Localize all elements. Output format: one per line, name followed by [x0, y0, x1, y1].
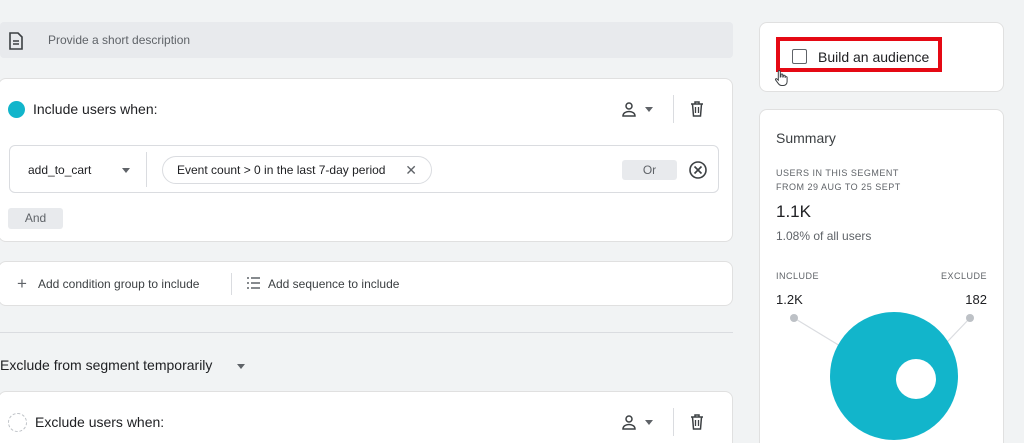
segment-percent: 1.08% of all users [776, 229, 872, 243]
remove-condition-icon[interactable] [688, 160, 708, 180]
event-select[interactable]: add_to_cart [28, 163, 91, 177]
build-audience-checkbox[interactable] [792, 49, 807, 64]
include-label: INCLUDE [776, 271, 820, 281]
add-condition-group-button[interactable]: Add condition group to include [38, 277, 199, 291]
include-indicator-icon [8, 101, 25, 118]
summary-caption-line1: USERS IN THIS SEGMENT [776, 168, 899, 178]
include-group-title: Include users when: [33, 101, 158, 117]
include-circle [830, 312, 958, 440]
person-scope-icon[interactable] [621, 414, 637, 430]
exclude-condition-group: Exclude users when: [0, 391, 733, 443]
divider [231, 273, 232, 295]
plus-icon[interactable]: + [17, 275, 27, 292]
summary-title: Summary [776, 130, 836, 146]
build-audience-label[interactable]: Build an audience [818, 49, 929, 65]
close-icon[interactable]: ✕ [405, 163, 417, 177]
highlight-box: Build an audience [776, 37, 942, 72]
summary-caption-line2: FROM 29 AUG TO 25 SEPT [776, 182, 901, 192]
event-dropdown-chevron-icon[interactable] [122, 168, 130, 173]
scope-dropdown-chevron-icon[interactable] [645, 107, 653, 112]
include-count: 1.2K [776, 292, 803, 307]
delete-icon[interactable] [690, 414, 704, 430]
or-button[interactable]: Or [622, 160, 677, 180]
exclude-group-title: Exclude users when: [35, 414, 165, 430]
exclude-mode-chevron-icon[interactable] [237, 364, 245, 369]
exclude-mode-select[interactable]: Exclude from segment temporarily [0, 357, 212, 373]
delete-icon[interactable] [690, 101, 704, 117]
divider [146, 152, 147, 187]
build-audience-card: Build an audience [759, 22, 1004, 92]
description-placeholder: Provide a short description [48, 33, 191, 47]
exclude-count: 182 [965, 292, 987, 307]
condition-chip-text: Event count > 0 in the last 7-day period [177, 163, 386, 177]
venn-diagram [790, 312, 974, 440]
include-condition-group: Include users when: add_to_cart Event co… [0, 78, 733, 242]
scope-dropdown-chevron-icon[interactable] [645, 420, 653, 425]
include-marker [790, 314, 798, 322]
and-button[interactable]: And [8, 208, 63, 229]
exclude-indicator-icon [8, 413, 27, 432]
description-field[interactable]: Provide a short description [0, 22, 733, 58]
condition-row: add_to_cart Event count > 0 in the last … [9, 145, 719, 193]
person-scope-icon[interactable] [621, 101, 637, 117]
condition-chip[interactable]: Event count > 0 in the last 7-day period… [162, 156, 432, 184]
exclude-mode-label: Exclude from segment temporarily [0, 357, 213, 373]
segment-user-count: 1.1K [776, 202, 811, 221]
hand-cursor-icon [774, 69, 788, 86]
section-divider [0, 332, 733, 333]
exclude-marker [966, 314, 974, 322]
add-sequence-button[interactable]: Add sequence to include [268, 277, 399, 291]
sequence-list-icon[interactable] [246, 277, 260, 290]
exclude-circle [896, 359, 936, 399]
summary-panel: Summary USERS IN THIS SEGMENT FROM 29 AU… [759, 109, 1004, 443]
exclude-label: EXCLUDE [940, 271, 987, 281]
add-actions-bar: + Add condition group to include Add seq… [0, 261, 733, 306]
divider [673, 95, 674, 123]
document-icon [9, 32, 23, 50]
divider [673, 408, 674, 436]
